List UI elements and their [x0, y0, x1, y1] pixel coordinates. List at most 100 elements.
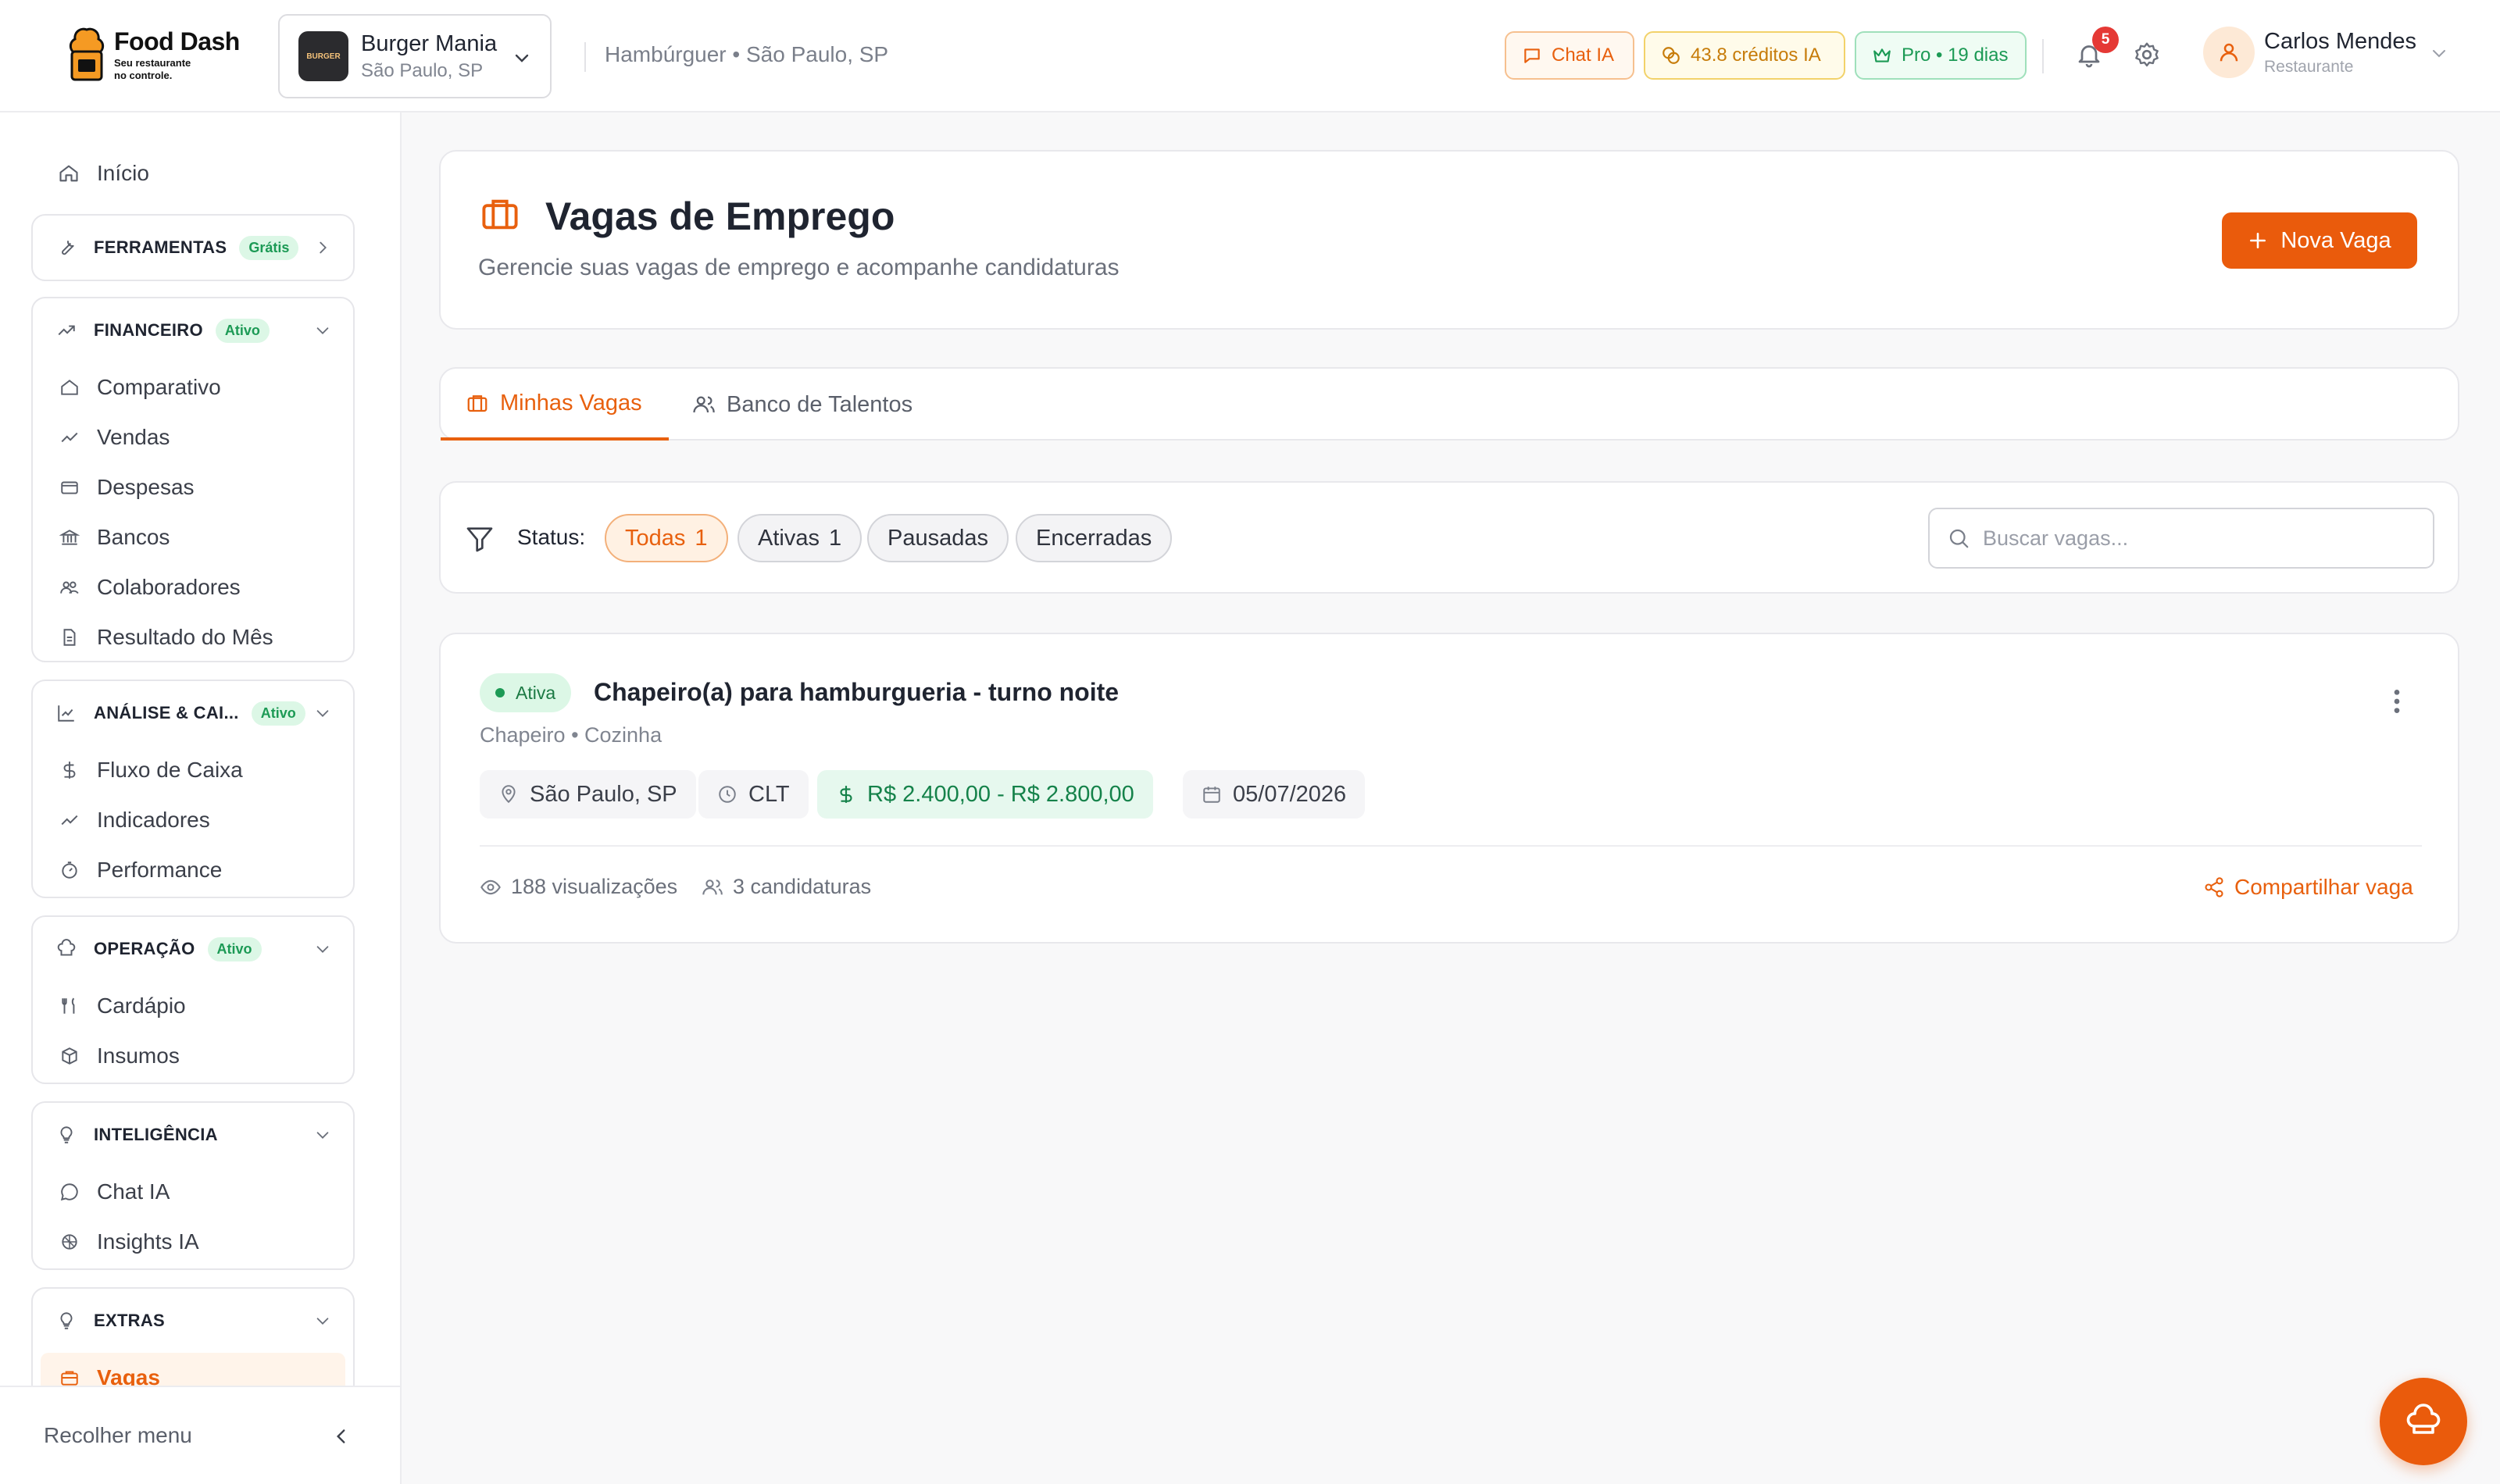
job-divider — [480, 845, 2422, 847]
eye-icon — [480, 879, 501, 894]
sidebar-item-cardapio[interactable]: Cardápio — [33, 981, 353, 1031]
status-label: Ativa — [516, 682, 556, 703]
share-job-button[interactable]: Compartilhar vaga — [2203, 875, 2413, 900]
applications-stat[interactable]: 3 candidaturas — [702, 875, 871, 899]
restaurant-logo-text: BURGER — [306, 52, 341, 61]
filter-icon — [466, 527, 493, 552]
group-header[interactable]: EXTRAS — [33, 1289, 353, 1353]
tab-label: Banco de Talentos — [727, 391, 913, 417]
tab-label: Minhas Vagas — [500, 390, 642, 416]
sidebar-item-fluxo[interactable]: Fluxo de Caixa — [33, 745, 353, 795]
group-header[interactable]: OPERAÇÃO Ativo — [33, 917, 353, 981]
card-icon — [61, 481, 78, 494]
sidebar-item-indicadores[interactable]: Indicadores — [33, 795, 353, 845]
brain-icon — [62, 1234, 77, 1250]
collapse-menu-button[interactable]: Recolher menu — [0, 1386, 400, 1484]
box-icon — [62, 1047, 77, 1065]
group-header[interactable]: INTELIGÊNCIA — [33, 1103, 353, 1167]
sidebar-item-comparativo[interactable]: Comparativo — [33, 362, 353, 412]
filter-chip-todas[interactable]: Todas 1 — [605, 514, 728, 562]
group-title: EXTRAS — [94, 1311, 166, 1330]
assistant-fab-button[interactable] — [2380, 1378, 2467, 1465]
chip-label: Encerradas — [1036, 525, 1152, 551]
sidebar-item-bancos[interactable]: Bancos — [33, 512, 353, 562]
sidebar-item-label: Início — [97, 161, 149, 185]
sidebar-group-financeiro: FINANCEIRO Ativo Comparativo Vendas Desp… — [31, 297, 355, 662]
plan-button[interactable]: Pro • 19 dias — [1855, 31, 2027, 80]
document-icon — [63, 629, 76, 646]
chevron-left-icon — [336, 1429, 345, 1443]
restaurant-selector[interactable]: BURGER Burger Mania São Paulo, SP — [278, 14, 552, 98]
tab-banco-de-talentos[interactable]: Banco de Talentos — [692, 369, 912, 441]
job-card[interactable]: Ativa Chapeiro(a) para hamburgueria - tu… — [439, 633, 2459, 944]
filter-chip-pausadas[interactable]: Pausadas — [867, 514, 1009, 562]
brand-logo[interactable]: Food Dash Seu restaurante no controle. — [64, 25, 240, 83]
bank-icon — [59, 530, 80, 545]
group-header[interactable]: ANÁLISE & CAI... Ativo — [33, 681, 353, 745]
salary-text: R$ 2.400,00 - R$ 2.800,00 — [867, 781, 1134, 807]
crown-icon — [1873, 48, 1891, 62]
chevron-right-icon — [320, 241, 327, 254]
sidebar-item-chat-ia[interactable]: Chat IA — [33, 1167, 353, 1217]
sidebar-item-label: Despesas — [97, 475, 195, 499]
gear-icon[interactable] — [2133, 41, 2161, 69]
brand-tagline-2: no controle. — [114, 69, 173, 81]
sidebar-item-performance[interactable]: Performance — [33, 845, 353, 895]
sidebar-item-vendas[interactable]: Vendas — [33, 412, 353, 462]
job-title[interactable]: Chapeiro(a) para hamburgueria - turno no… — [594, 678, 1119, 707]
dollar-icon — [840, 786, 852, 803]
group-title: FERRAMENTAS — [94, 237, 227, 257]
credits-button[interactable]: 43.8 créditos IA — [1644, 31, 1845, 80]
trend-icon — [58, 325, 75, 336]
tab-minhas-vagas[interactable]: Minhas Vagas — [441, 369, 669, 441]
search-input[interactable] — [1983, 526, 2420, 551]
sidebar-item-label: Fluxo de Caixa — [97, 758, 243, 782]
status-badge: Ativo — [215, 318, 270, 343]
group-title: FINANCEIRO — [94, 320, 203, 340]
job-category: Chapeiro • Cozinha — [480, 723, 662, 747]
chevron-down-icon — [316, 710, 329, 717]
applications-text: 3 candidaturas — [733, 875, 872, 898]
home-icon — [61, 380, 78, 395]
sidebar-item-label: Resultado do Mês — [97, 625, 273, 649]
user-name: Carlos Mendes — [2264, 28, 2417, 54]
chart-icon — [58, 705, 74, 722]
user-menu[interactable]: Carlos Mendes Restaurante — [2203, 27, 2416, 78]
sidebar-item-despesas[interactable]: Despesas — [33, 462, 353, 512]
chip-label: Todas — [625, 525, 686, 551]
user-icon — [2220, 43, 2238, 62]
sidebar-group-analise: ANÁLISE & CAI... Ativo Fluxo de Caixa In… — [31, 680, 355, 898]
chef-hat-icon — [57, 939, 76, 956]
views-stat: 188 visualizações — [480, 875, 677, 899]
share-label: Compartilhar vaga — [2234, 875, 2413, 899]
salary-chip: R$ 2.400,00 - R$ 2.800,00 — [817, 770, 1153, 819]
sidebar-item-label: Insumos — [97, 1043, 180, 1068]
sidebar-item-label: Bancos — [97, 525, 170, 549]
sidebar-item-home[interactable]: Início — [58, 161, 149, 186]
filter-chip-encerradas[interactable]: Encerradas — [1016, 514, 1173, 562]
kebab-icon[interactable] — [2389, 686, 2405, 717]
clock-icon — [719, 786, 736, 803]
header-divider-2 — [2042, 39, 2044, 73]
chevron-down-icon — [515, 54, 529, 62]
filter-chip-ativas[interactable]: Ativas 1 — [738, 514, 862, 562]
lightbulb-icon — [60, 1312, 73, 1329]
chevron-down-icon — [316, 1132, 329, 1139]
sidebar-group-tools[interactable]: FERRAMENTAS Grátis — [31, 214, 355, 281]
chat-icon — [60, 1183, 78, 1201]
calendar-icon — [1203, 787, 1220, 803]
sidebar-group-inteligencia: INTELIGÊNCIA Chat IA Insights IA — [31, 1101, 355, 1270]
sidebar-item-resultado[interactable]: Resultado do Mês — [33, 612, 353, 662]
chat-ia-button[interactable]: Chat IA — [1505, 31, 1634, 80]
sidebar-item-colaboradores[interactable]: Colaboradores — [33, 562, 353, 612]
chevron-down-icon[interactable] — [2430, 44, 2448, 62]
new-job-label: Nova Vaga — [2280, 227, 2391, 253]
sidebar-item-insumos[interactable]: Insumos — [33, 1031, 353, 1081]
status-filter-label: Status: — [517, 525, 586, 549]
chevron-down-icon — [316, 327, 329, 334]
sidebar-item-insights-ia[interactable]: Insights IA — [33, 1217, 353, 1267]
group-header[interactable]: FINANCEIRO Ativo — [33, 298, 353, 362]
contract-chip: CLT — [698, 770, 809, 819]
lightbulb-icon — [60, 1126, 73, 1143]
new-job-button[interactable]: Nova Vaga — [2222, 212, 2417, 269]
